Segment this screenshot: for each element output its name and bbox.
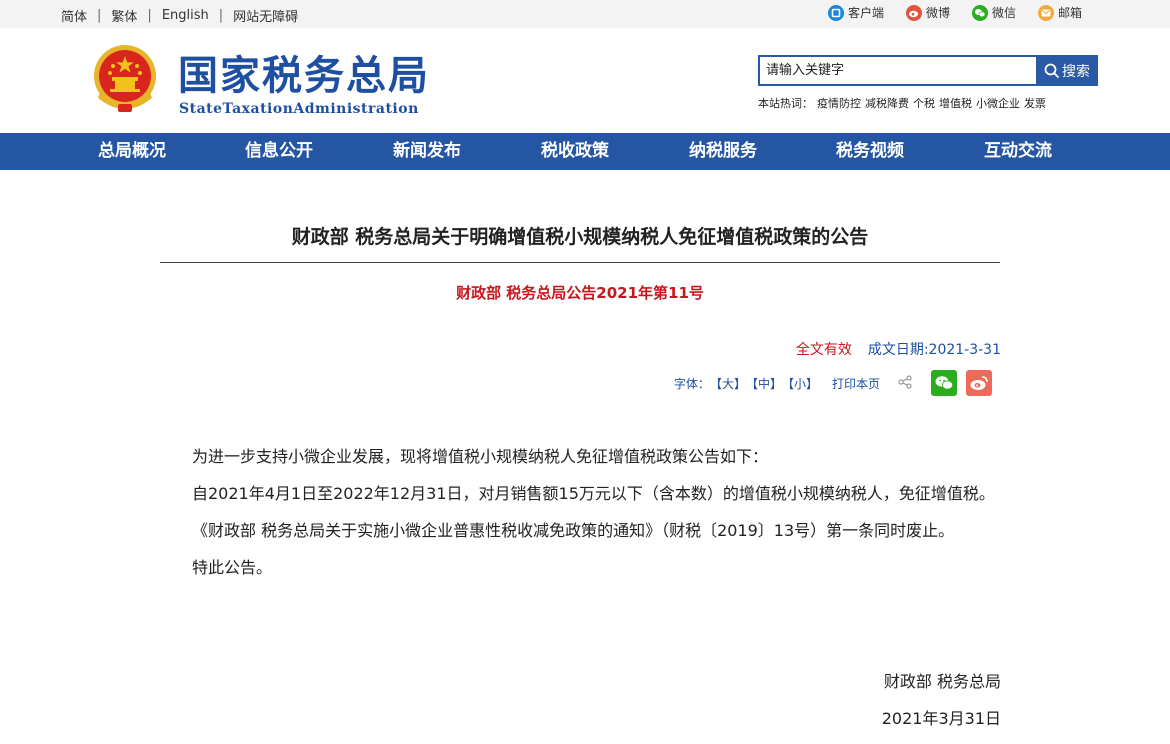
nav-item-overview[interactable]: 总局概况 [98, 133, 166, 170]
font-large-link[interactable]: 【大】 [710, 375, 746, 392]
lang-traditional-link[interactable]: 繁体 [111, 6, 137, 25]
divider: | [218, 8, 224, 23]
print-page-link[interactable]: 打印本页 [832, 375, 880, 392]
mail-label: 邮箱 [1057, 6, 1082, 20]
share-wechat-button[interactable] [931, 370, 957, 396]
divider: | [147, 8, 152, 23]
hot-word-link[interactable]: 减税降费 [865, 95, 909, 111]
search-icon [1044, 63, 1060, 78]
search-button-label: 搜索 [1062, 63, 1090, 80]
article-body: 为进一步支持小微企业发展，现将增值税小规模纳税人免征增值税政策公告如下： 自20… [160, 438, 1000, 586]
mail-link[interactable]: 邮箱 [1037, 4, 1082, 21]
paragraph: 特此公告。 [192, 558, 273, 577]
wechat-icon [971, 4, 988, 21]
hot-word-link[interactable]: 疫情防控 [817, 95, 861, 111]
client-app-link[interactable]: 客户端 [827, 4, 884, 21]
social-links: 客户端 微博 微信 邮箱 [806, 4, 1082, 21]
weibo-link[interactable]: 微博 [905, 4, 950, 21]
signature-date: 2021年3月31日 [881, 709, 1001, 728]
client-icon [827, 4, 844, 21]
main-nav: 总局概况 信息公开 新闻发布 税收政策 纳税服务 税务视频 互动交流 [0, 133, 1170, 170]
lang-simplified-link[interactable]: 简体 [61, 6, 87, 25]
title-divider [160, 262, 1000, 263]
search-button[interactable]: 搜索 [1036, 55, 1098, 86]
lang-english-link[interactable]: English [162, 8, 209, 23]
nav-item-tax-policy[interactable]: 税收政策 [541, 133, 609, 170]
validity-status: 全文有效 [795, 342, 852, 358]
article-signature: 财政部 税务总局 2021年3月31日 [882, 663, 1001, 737]
national-emblem-logo[interactable] [90, 42, 160, 116]
weibo-icon [970, 376, 988, 390]
article-tools: 字体： 【大】 【中】 【小】 打印本页 [674, 370, 992, 396]
document-number: 财政部 税务总局公告2021年第11号 [456, 284, 704, 302]
nav-item-news[interactable]: 新闻发布 [393, 133, 461, 170]
language-switcher: 简体 | 繁体 | English | 网站无障碍 [61, 6, 298, 25]
weibo-icon [905, 4, 922, 21]
hot-words-label: 本站热词： [758, 97, 813, 110]
site-logo-subtitle: StateTaxationAdministration [179, 101, 419, 117]
share-weibo-button[interactable] [966, 370, 992, 396]
hot-word-link[interactable]: 小微企业 [976, 95, 1020, 111]
nav-item-tax-video[interactable]: 税务视频 [836, 133, 904, 170]
hot-word-link[interactable]: 增值税 [939, 95, 972, 111]
search-bar: 搜索 [758, 55, 1098, 86]
font-size-label: 字体： [673, 376, 710, 391]
paragraph: 为进一步支持小微企业发展，现将增值税小规模纳税人免征增值税政策公告如下： [192, 447, 769, 466]
share-icon[interactable] [898, 374, 912, 392]
site-logo-title[interactable]: 国家税务总局 [178, 52, 430, 100]
client-label: 客户端 [847, 6, 884, 20]
hot-words: 本站热词： 疫情防控 减税降费 个税 增值税 小微企业 发票 [758, 95, 1046, 111]
article-meta: 全文有效 成文日期:2021-3-31 [796, 339, 1001, 359]
search-input[interactable] [758, 55, 1036, 86]
wechat-icon [935, 376, 954, 390]
top-utility-bar: 简体 | 繁体 | English | 网站无障碍 客户端 微博 微信 邮箱 [0, 0, 1170, 28]
wechat-label: 微信 [991, 6, 1016, 20]
font-small-link[interactable]: 【小】 [782, 375, 818, 392]
document-date: 成文日期:2021-3-31 [867, 342, 1001, 358]
wechat-link[interactable]: 微信 [971, 4, 1016, 21]
mail-icon [1037, 4, 1054, 21]
weibo-label: 微博 [925, 6, 950, 20]
article-title: 财政部 税务总局关于明确增值税小规模纳税人免征增值税政策的公告 [291, 226, 869, 248]
nav-item-taxpayer-service[interactable]: 纳税服务 [689, 133, 757, 170]
paragraph: 《财政部 税务总局关于实施小微企业普惠性税收减免政策的通知》（财税〔2019〕1… [192, 521, 955, 540]
nav-item-info-disclosure[interactable]: 信息公开 [245, 133, 313, 170]
hot-word-link[interactable]: 发票 [1024, 95, 1046, 111]
hot-word-link[interactable]: 个税 [913, 95, 935, 111]
signature-issuer: 财政部 税务总局 [883, 672, 1001, 691]
font-medium-link[interactable]: 【中】 [746, 375, 782, 392]
paragraph: 自2021年4月1日至2022年12月31日，对月销售额15万元以下（含本数）的… [192, 484, 995, 503]
divider: | [97, 8, 102, 23]
accessibility-link[interactable]: 网站无障碍 [233, 6, 298, 25]
nav-item-interaction[interactable]: 互动交流 [984, 133, 1052, 170]
